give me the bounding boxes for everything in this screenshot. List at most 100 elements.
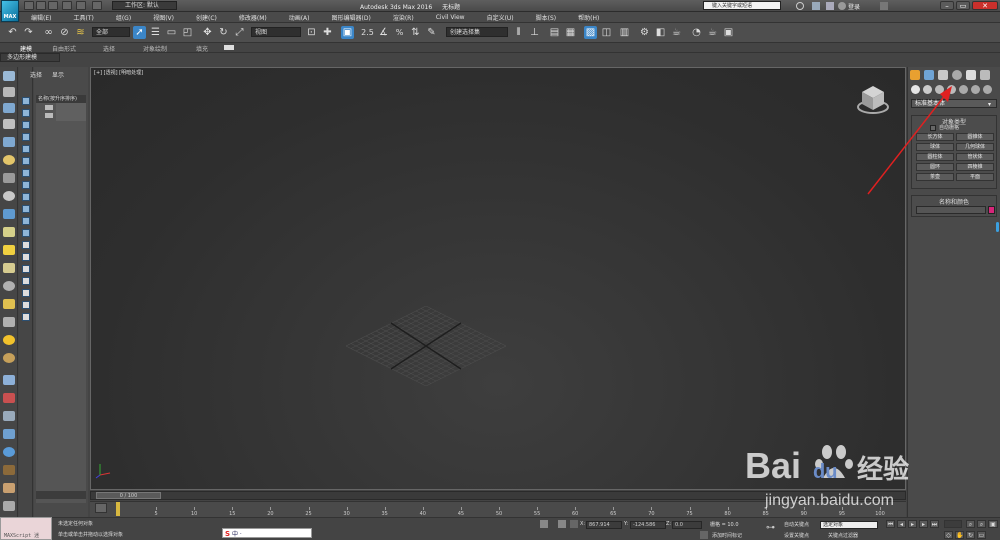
object-color-swatch[interactable] (988, 206, 995, 214)
tool-icon[interactable] (3, 375, 15, 385)
angle-snap-icon[interactable]: ∡ (377, 26, 390, 39)
render-iterative-icon[interactable]: ◔ (690, 26, 703, 39)
ribbon-polygon-modeling[interactable]: 多边形建模 (0, 53, 60, 62)
create-tab-icon[interactable] (910, 70, 920, 80)
tab-object-paint[interactable]: 对象绘制 (143, 44, 167, 53)
rendered-frame-icon[interactable]: ◧ (654, 26, 667, 39)
redo-icon[interactable]: ↷ (22, 26, 35, 39)
plane-button[interactable]: 平面 (956, 173, 994, 181)
maximize-viewport-icon[interactable]: ▭ (977, 531, 986, 539)
explorer-column-header[interactable]: 名称(按升序排序) (36, 95, 86, 103)
tool-icon[interactable] (3, 429, 15, 439)
explorer-row[interactable] (56, 103, 86, 121)
key-icon[interactable]: ⊶ (766, 523, 775, 533)
filter-icon[interactable] (22, 277, 30, 285)
zoom-all-icon[interactable]: ⌕ (977, 520, 986, 528)
tool-icon[interactable] (3, 465, 15, 475)
viewport-label[interactable]: [+] [透视] [明暗处理] (94, 69, 143, 76)
snap-toggle-icon[interactable]: 2.5 (361, 26, 374, 39)
undo-icon[interactable] (62, 1, 72, 10)
cone-button[interactable]: 圆锥体 (956, 133, 994, 141)
pan-icon[interactable]: ✋ (955, 531, 964, 539)
zoom-icon[interactable]: ⌕ (966, 520, 975, 528)
login-button[interactable]: 登录 (848, 2, 860, 11)
field-of-view-icon[interactable]: ◇ (944, 531, 953, 539)
select-manipulate-icon[interactable]: ✚ (321, 26, 334, 39)
tool-icon[interactable] (3, 137, 15, 147)
key-filters-button[interactable]: 关键点过滤器 (828, 532, 858, 539)
app-logo[interactable]: MAX (1, 0, 19, 22)
set-key-button[interactable]: 设置关键点 (784, 532, 809, 539)
filter-icon[interactable] (22, 109, 30, 117)
goto-end-icon[interactable]: ⏭ (930, 520, 939, 528)
active-shade-icon[interactable]: ☕ (706, 26, 719, 39)
prev-frame-icon[interactable]: ◂ (897, 520, 906, 528)
menu-item[interactable]: 视图(V) (142, 13, 185, 22)
unlink-icon[interactable]: ⊘ (58, 26, 71, 39)
bind-space-warp-icon[interactable]: ≋ (74, 26, 87, 39)
window-crossing-icon[interactable]: ◰ (181, 26, 194, 39)
search-icon[interactable] (796, 2, 804, 10)
explorer-tab-select[interactable]: 选择 (30, 70, 42, 79)
scene-root-icon[interactable] (45, 105, 53, 110)
select-object-icon[interactable]: ➚ (133, 26, 146, 39)
scene-root-icon[interactable] (45, 113, 53, 118)
isolate-icon[interactable] (558, 520, 566, 528)
keyboard-shortcut-icon[interactable]: ▣ (341, 26, 354, 39)
tab-freeform[interactable]: 自由形式 (52, 44, 76, 53)
edit-named-sets-icon[interactable]: ✎ (425, 26, 438, 39)
tool-icon[interactable] (3, 317, 15, 327)
frame-indicator[interactable] (116, 502, 120, 516)
filter-icon[interactable] (22, 301, 30, 309)
tool-icon[interactable] (3, 227, 15, 237)
tool-icon[interactable] (3, 119, 15, 129)
tool-icon[interactable] (3, 87, 15, 97)
mirror-icon[interactable]: ⫴ (512, 26, 525, 39)
selection-filter-dropdown[interactable]: 全部 (92, 27, 130, 37)
open-file-icon[interactable] (36, 1, 46, 10)
user-icon[interactable] (838, 2, 846, 10)
align-icon[interactable]: ⊥ (528, 26, 541, 39)
select-by-name-icon[interactable]: ☰ (149, 26, 162, 39)
space-warps-icon[interactable] (971, 85, 980, 94)
menu-item[interactable]: 自定义(U) (476, 13, 525, 22)
menu-item[interactable]: 动画(A) (278, 13, 321, 22)
filter-icon[interactable] (22, 181, 30, 189)
filter-icon[interactable] (22, 217, 30, 225)
tool-icon[interactable] (3, 501, 15, 511)
help-icon[interactable] (880, 2, 888, 10)
hierarchy-tab-icon[interactable] (938, 70, 948, 80)
named-selection-dropdown[interactable]: 创建选择集 (446, 27, 508, 37)
tool-icon[interactable] (3, 411, 15, 421)
rect-selection-icon[interactable]: ▭ (165, 26, 178, 39)
subscription-icon[interactable] (812, 2, 820, 10)
percent-snap-icon[interactable]: % (393, 26, 406, 39)
tool-icon[interactable] (3, 173, 15, 183)
filter-icon[interactable] (22, 241, 30, 249)
menu-item[interactable]: 组(G) (105, 13, 142, 22)
perspective-viewport[interactable]: [+] [透视] [明暗处理] (90, 67, 906, 490)
selection-set-dropdown[interactable]: 选定对象 (820, 521, 878, 529)
menu-item[interactable]: 编辑(E) (20, 13, 62, 22)
filter-icon[interactable] (22, 145, 30, 153)
absolute-mode-icon[interactable] (570, 520, 578, 528)
tab-populate[interactable]: 填充 (196, 44, 208, 53)
pivot-center-icon[interactable]: ⊡ (305, 26, 318, 39)
save-file-icon[interactable] (48, 1, 58, 10)
filter-icon[interactable] (22, 193, 30, 201)
reference-coord-dropdown[interactable]: 视图 (251, 27, 301, 37)
light-icon[interactable] (3, 155, 15, 165)
tool-icon[interactable] (3, 281, 15, 291)
explorer-scrollbar[interactable] (36, 491, 86, 499)
orbit-icon[interactable]: ↻ (966, 531, 975, 539)
tool-icon[interactable] (3, 245, 15, 255)
modify-tab-icon[interactable] (924, 70, 934, 80)
workspace-dropdown[interactable]: 工作区: 默认 (112, 1, 177, 10)
filter-icon[interactable] (22, 253, 30, 261)
tab-modeling[interactable]: 建模 (20, 44, 32, 53)
display-tab-icon[interactable] (966, 70, 976, 80)
curve-editor-icon[interactable]: ▨ (584, 26, 597, 39)
layer-manager-icon[interactable]: ▤ (548, 26, 561, 39)
menu-item[interactable]: 帮助(H) (567, 13, 610, 22)
play-icon[interactable]: ▸ (908, 520, 917, 528)
